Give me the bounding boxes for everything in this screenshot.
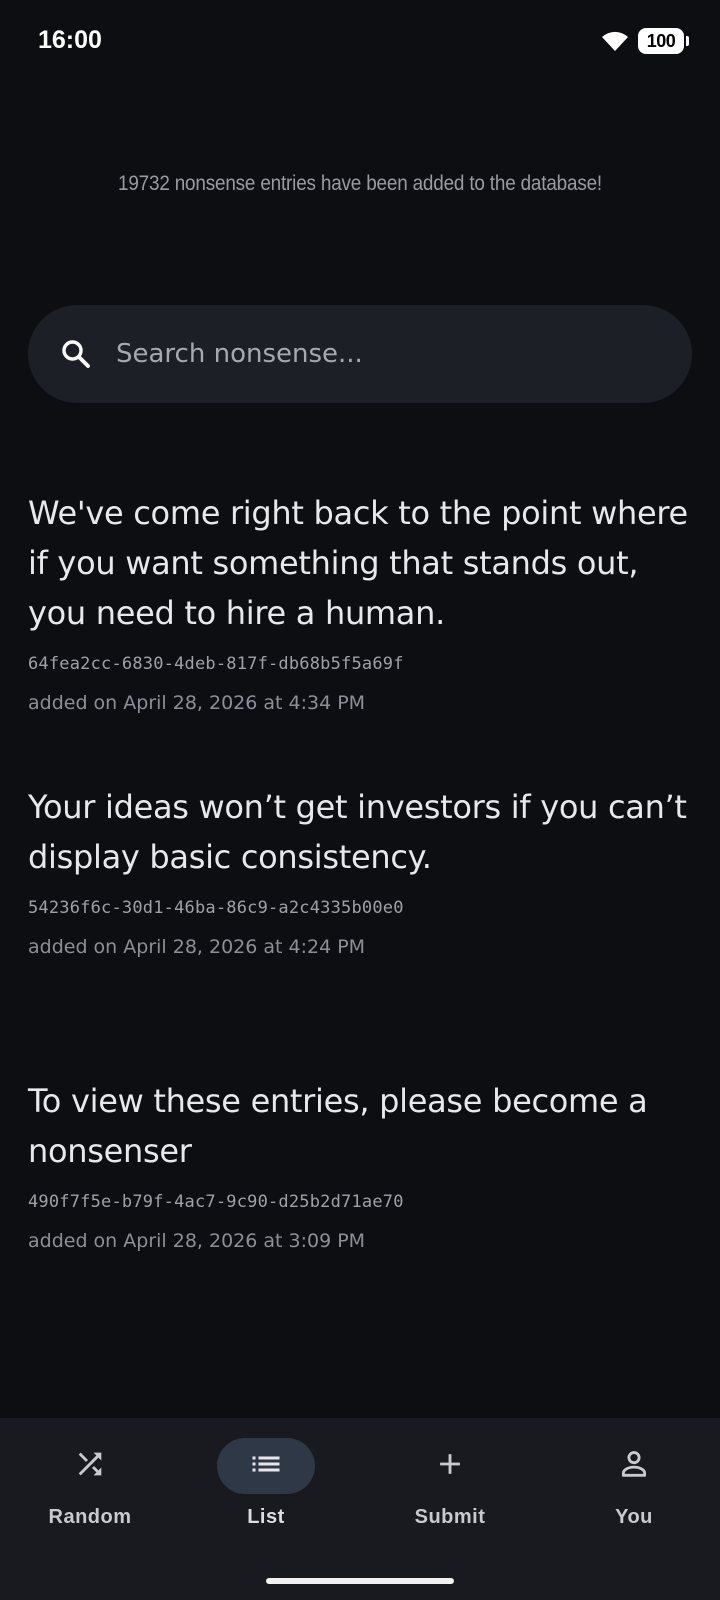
entry-id: 490f7f5e-b79f-4ac7-9c90-d25b2d71ae70 (28, 1192, 404, 1212)
nav-label: You (615, 1506, 653, 1528)
entry-date: added on April 28, 2026 at 4:24 PM (28, 936, 366, 958)
app-screen: 16:00 100 19732 nonsense entries have be… (0, 0, 720, 1600)
nav-item-random[interactable]: Random (0, 1418, 180, 1568)
battery-icon: 100 (638, 28, 689, 54)
entry-text: To view these entries, please become a n… (28, 1082, 648, 1170)
wifi-icon (600, 29, 630, 53)
entry-date: added on April 28, 2026 at 4:34 PM (28, 692, 366, 714)
entry-count-text: 19732 nonsense entries have been added t… (117, 172, 603, 195)
list-icon (248, 1446, 284, 1486)
nav-icon-container (401, 1438, 499, 1494)
search-input[interactable] (116, 339, 636, 369)
list-item[interactable]: We've come right back to the point where… (28, 488, 688, 782)
list-item[interactable]: Your ideas won’t get investors if you ca… (28, 782, 688, 1076)
entry-list: We've come right back to the point where… (28, 488, 688, 1252)
person-icon (617, 1447, 651, 1485)
search-icon (60, 338, 92, 370)
status-time: 16:00 (38, 26, 102, 54)
status-bar: 16:00 100 (0, 0, 720, 84)
nav-icon-container (585, 1438, 683, 1494)
home-indicator[interactable] (266, 1578, 454, 1584)
nav-active-indicator (217, 1438, 315, 1494)
entry-text: We've come right back to the point where… (28, 494, 688, 632)
search-bar[interactable] (28, 305, 692, 403)
bottom-nav: Random List Submit You (0, 1418, 720, 1600)
shuffle-icon (73, 1447, 107, 1485)
nav-item-you[interactable]: You (544, 1418, 720, 1568)
entry-text: Your ideas won’t get investors if you ca… (28, 788, 687, 876)
nav-label: Submit (414, 1506, 486, 1528)
nav-icon-container (41, 1438, 139, 1494)
nav-label: List (247, 1506, 285, 1528)
list-item[interactable]: To view these entries, please become a n… (28, 1076, 688, 1252)
status-icons: 100 (600, 28, 689, 54)
entry-id: 64fea2cc-6830-4deb-817f-db68b5f5a69f (28, 654, 404, 674)
entry-id: 54236f6c-30d1-46ba-86c9-a2c4335b00e0 (28, 898, 404, 918)
nav-item-list[interactable]: List (176, 1418, 356, 1568)
nav-item-submit[interactable]: Submit (360, 1418, 540, 1568)
nav-label: Random (48, 1506, 132, 1528)
plus-icon (433, 1447, 467, 1485)
battery-level: 100 (646, 30, 676, 51)
entry-date: added on April 28, 2026 at 3:09 PM (28, 1230, 366, 1252)
